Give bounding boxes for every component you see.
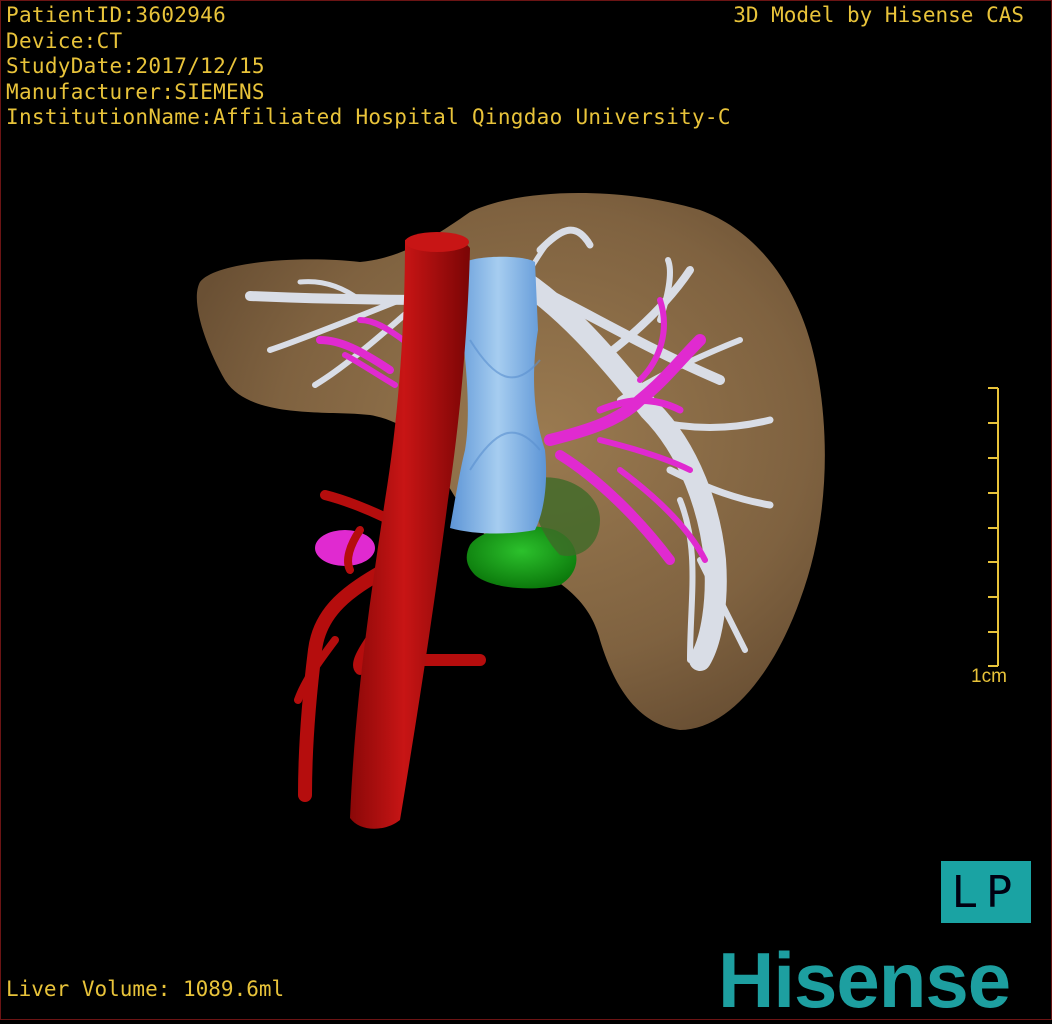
liver-volume: Liver Volume: 1089.6ml — [6, 977, 285, 1001]
dicom-info-panel: PatientID:3602946 Device:CT StudyDate:20… — [6, 3, 731, 131]
liver-3d-model[interactable] — [0, 0, 1052, 1020]
patient-id: PatientID:3602946 — [6, 3, 227, 27]
study-date: StudyDate:2017/12/15 — [6, 54, 265, 78]
hisense-logo: Hisense — [718, 936, 1011, 1024]
model-credit: 3D Model by Hisense CAS — [733, 3, 1024, 27]
institution-name: InstitutionName:Affiliated Hospital Qing… — [6, 105, 731, 129]
scale-bar-label: 1cm — [971, 666, 1007, 687]
orientation-button[interactable]: LP — [941, 861, 1031, 923]
device: Device:CT — [6, 28, 123, 53]
manufacturer: Manufacturer:SIEMENS — [6, 79, 265, 104]
scale-bar — [988, 387, 999, 667]
